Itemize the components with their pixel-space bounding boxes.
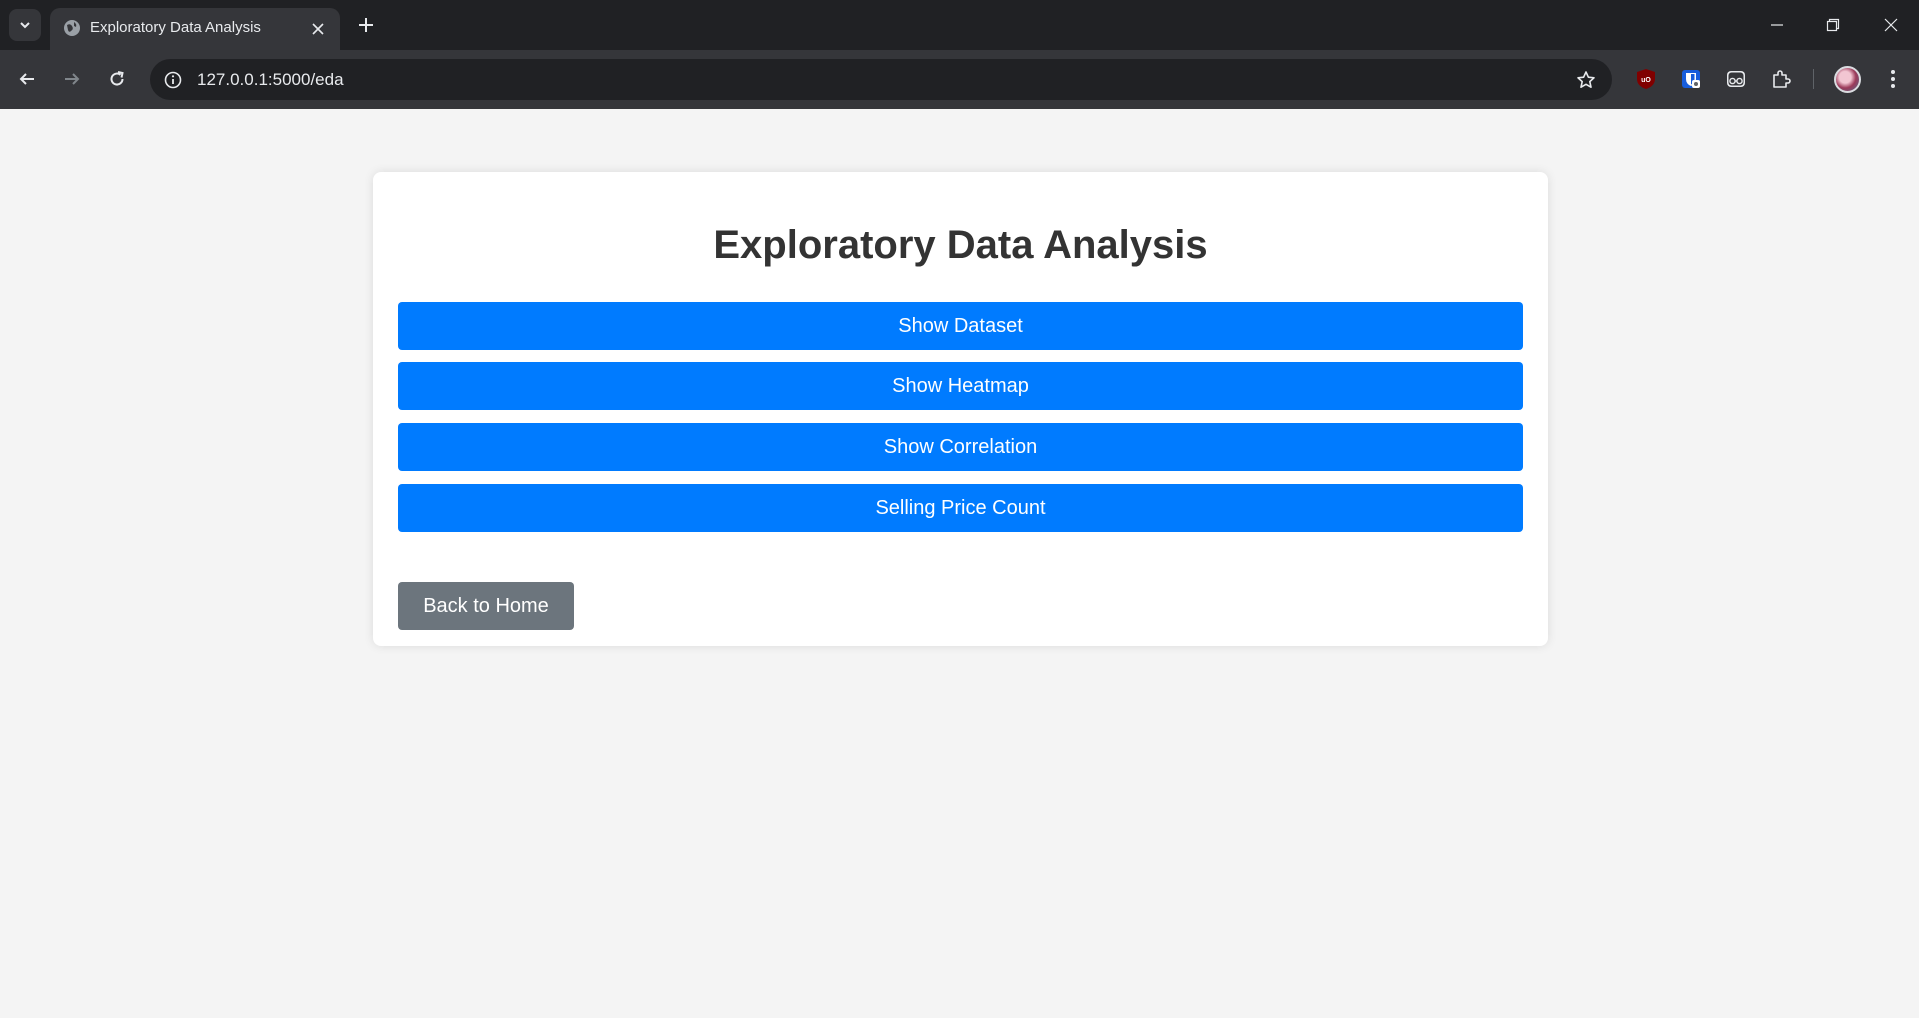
- arrow-right-icon: [65, 73, 80, 85]
- ublock-extension-button[interactable]: uO: [1632, 65, 1660, 93]
- close-icon: [312, 23, 324, 35]
- eda-card: Exploratory Data Analysis Show Dataset S…: [373, 172, 1548, 646]
- plus-icon: [359, 18, 373, 32]
- bitwarden-extension-button[interactable]: [1677, 65, 1705, 93]
- bitwarden-icon: [1682, 70, 1700, 88]
- back-button[interactable]: [12, 64, 42, 94]
- minimize-button[interactable]: [1749, 0, 1805, 50]
- active-tab[interactable]: Exploratory Data Analysis: [50, 8, 340, 50]
- reload-icon: [110, 71, 124, 86]
- incognito-extension-button[interactable]: [1722, 65, 1750, 93]
- url-text: 127.0.0.1:5000/eda: [197, 70, 344, 89]
- selling-price-count-button[interactable]: Selling Price Count: [398, 484, 1523, 532]
- minimize-icon: [1771, 24, 1783, 26]
- reload-button[interactable]: [102, 64, 132, 94]
- chevron-down-icon: [20, 22, 30, 29]
- page-viewport: Exploratory Data Analysis Show Dataset S…: [0, 109, 1919, 1018]
- page-title: Exploratory Data Analysis: [713, 223, 1208, 267]
- close-window-button[interactable]: [1863, 0, 1919, 50]
- restore-icon: [1826, 18, 1840, 32]
- browser-toolbar: 127.0.0.1:5000/eda uO: [0, 50, 1919, 109]
- glasses-icon: [1727, 71, 1745, 87]
- browser-tab-strip: Exploratory Data Analysis: [0, 0, 1919, 50]
- star-icon: [1577, 71, 1595, 88]
- extensions-button[interactable]: [1767, 65, 1795, 93]
- address-bar[interactable]: 127.0.0.1:5000/eda: [150, 59, 1612, 100]
- tab-close-button[interactable]: [306, 17, 330, 41]
- tab-title: Exploratory Data Analysis: [90, 19, 261, 36]
- profile-avatar[interactable]: [1834, 66, 1861, 93]
- back-to-home-button[interactable]: Back to Home: [398, 582, 574, 630]
- bookmark-button[interactable]: [1574, 68, 1598, 92]
- svg-text:uO: uO: [1641, 77, 1651, 84]
- arrow-left-icon: [19, 73, 34, 85]
- tab-search-button[interactable]: [9, 9, 41, 41]
- restore-button[interactable]: [1805, 0, 1861, 50]
- site-info-button[interactable]: [162, 69, 184, 91]
- forward-button[interactable]: [57, 64, 87, 94]
- ublock-icon: uO: [1637, 69, 1655, 89]
- info-icon: [164, 71, 182, 89]
- show-correlation-button[interactable]: Show Correlation: [398, 423, 1523, 471]
- puzzle-icon: [1773, 70, 1791, 88]
- toolbar-separator: [1813, 69, 1814, 89]
- kebab-menu-icon: [1891, 70, 1895, 88]
- close-icon: [1884, 18, 1898, 32]
- globe-icon: [64, 20, 80, 36]
- new-tab-button[interactable]: [352, 11, 380, 39]
- show-dataset-button[interactable]: Show Dataset: [398, 302, 1523, 350]
- browser-menu-button[interactable]: [1879, 65, 1907, 93]
- show-heatmap-button[interactable]: Show Heatmap: [398, 362, 1523, 410]
